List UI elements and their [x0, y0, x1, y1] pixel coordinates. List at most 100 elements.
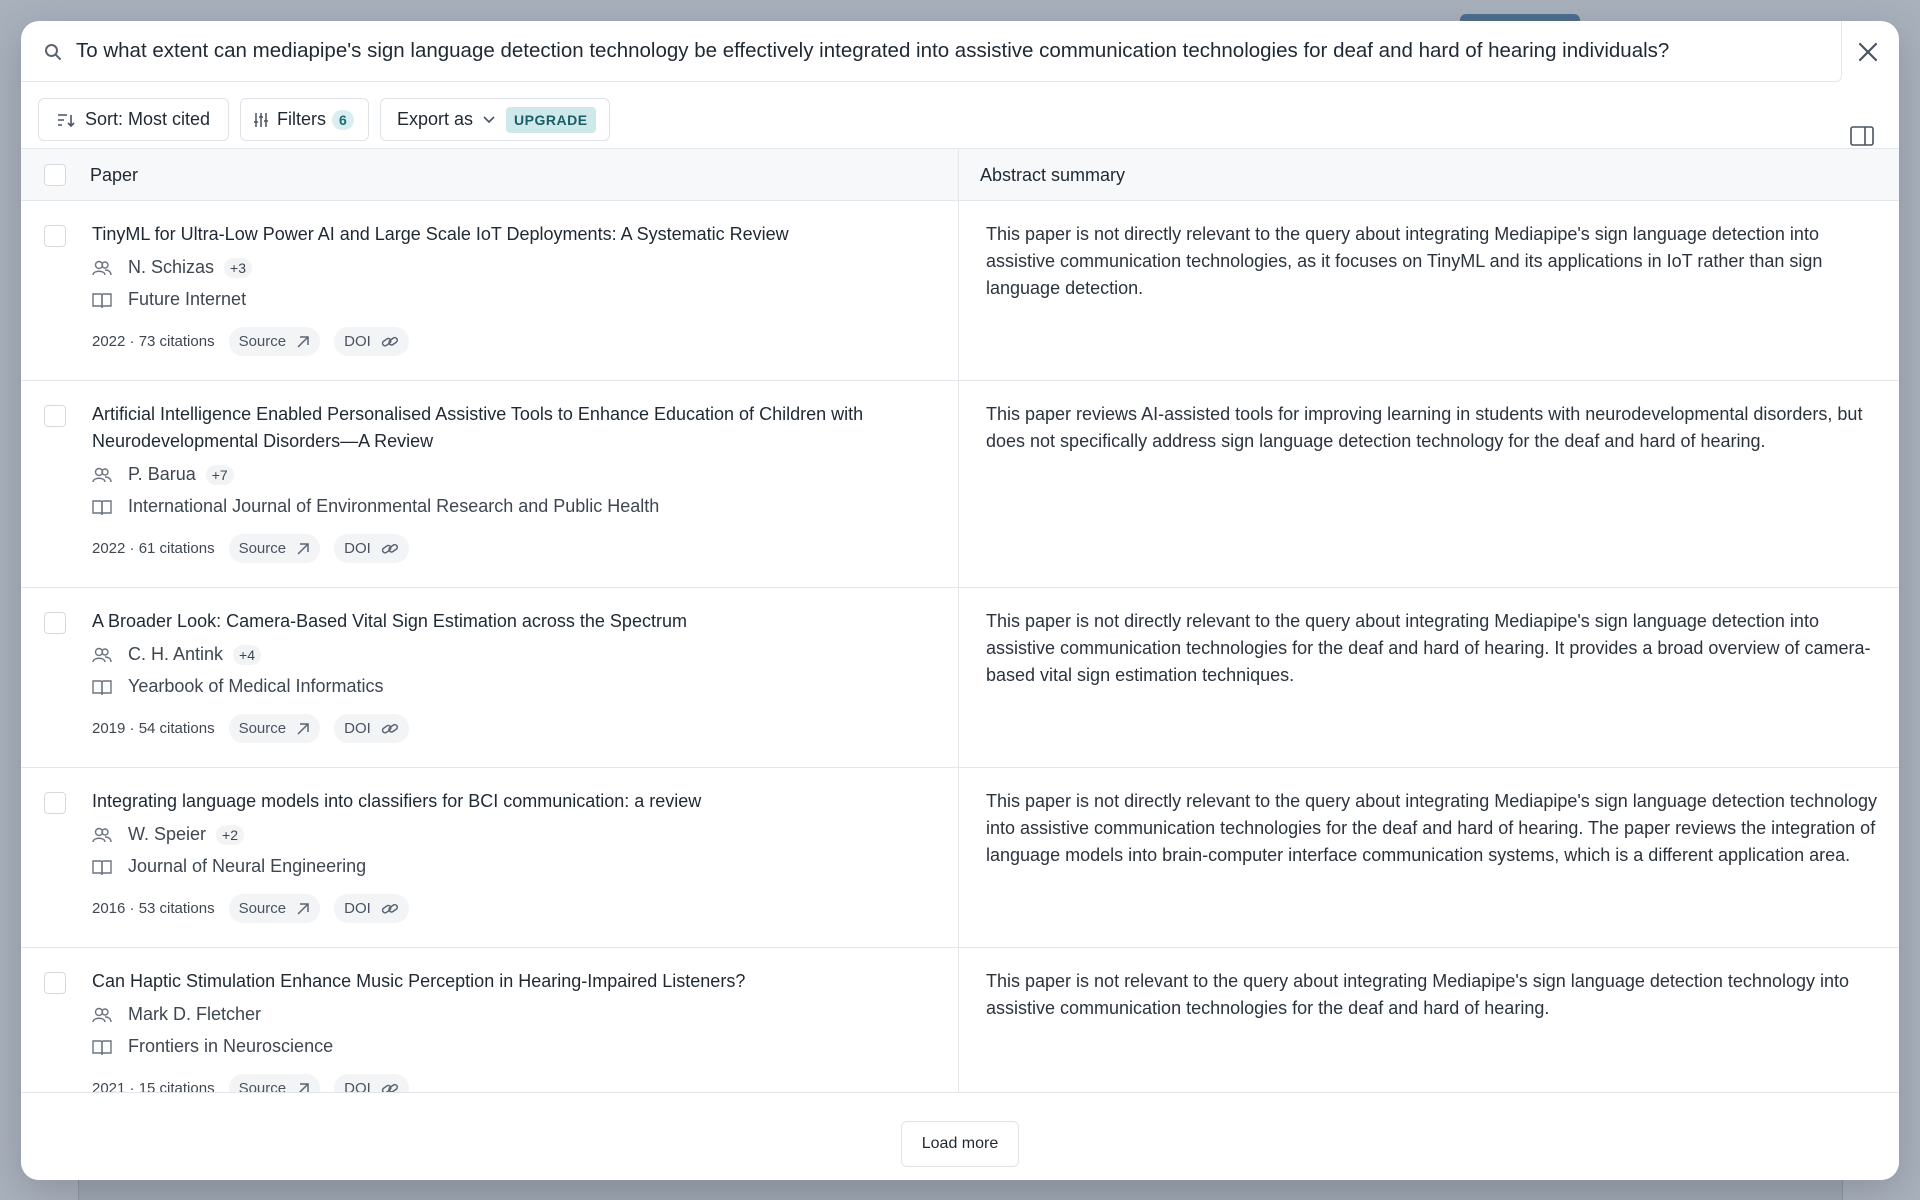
authors-icon — [92, 1007, 112, 1022]
authors-icon — [92, 467, 112, 482]
year-citations: 2021 · 15 citations — [92, 1080, 215, 1092]
journal-line: International Journal of Environmental R… — [92, 496, 659, 517]
year-citations: 2022 · 73 citations — [92, 333, 215, 350]
table-header: Paper Abstract summary — [21, 148, 1899, 201]
journal-name: Frontiers in Neuroscience — [128, 1036, 334, 1056]
author-line: P. Barua +7 — [92, 464, 234, 485]
journal-line: Yearbook of Medical Informatics — [92, 676, 383, 697]
paper-title[interactable]: A Broader Look: Camera-Based Vital Sign … — [92, 608, 932, 635]
abstract-summary: This paper is not directly relevant to t… — [986, 611, 1871, 685]
doi-label: DOI — [344, 333, 371, 350]
row-checkbox[interactable] — [44, 612, 66, 634]
author-line: C. H. Antink +4 — [92, 644, 262, 665]
column-header-paper[interactable]: Paper — [90, 165, 138, 186]
paper-footer: 2022 · 61 citations Source DOI — [92, 534, 409, 563]
authors-icon — [92, 827, 112, 842]
load-more-button[interactable]: Load more — [901, 1121, 1019, 1167]
paper-title[interactable]: Artificial Intelligence Enabled Personal… — [92, 401, 932, 455]
doi-link[interactable]: DOI — [334, 534, 409, 563]
abstract-summary: This paper reviews AI-assisted tools for… — [986, 404, 1863, 451]
filters-count-badge: 6 — [332, 109, 354, 130]
paper-footer: 2019 · 54 citations Source DOI — [92, 714, 409, 743]
year-citations: 2016 · 53 citations — [92, 900, 215, 917]
doi-label: DOI — [344, 900, 371, 917]
author-name: P. Barua — [128, 464, 196, 484]
author-line: Mark D. Fletcher — [92, 1004, 261, 1025]
journal-name: Future Internet — [128, 289, 247, 309]
book-icon — [92, 292, 112, 308]
search-icon — [45, 44, 61, 60]
more-authors-badge: +3 — [224, 257, 252, 278]
row-checkbox[interactable] — [44, 972, 66, 994]
chevron-down-icon — [483, 115, 495, 123]
source-link[interactable]: Source — [228, 894, 321, 923]
author-line: W. Speier +2 — [92, 824, 244, 845]
doi-label: DOI — [344, 720, 371, 737]
journal-name: Journal of Neural Engineering — [128, 856, 367, 876]
more-authors-badge: +4 — [233, 644, 262, 665]
table-row: Can Haptic Stimulation Enhance Music Per… — [21, 948, 1899, 1092]
results-list: TinyML for Ultra-Low Power AI and Large … — [21, 201, 1899, 1092]
export-label: Export as — [397, 109, 474, 129]
journal-line: Journal of Neural Engineering — [92, 856, 366, 877]
abstract-summary: This paper is not directly relevant to t… — [986, 224, 1823, 298]
search-bar[interactable]: To what extent can mediapipe's sign lang… — [21, 21, 1842, 82]
book-icon — [92, 859, 112, 875]
sort-label: Sort: Most cited — [85, 109, 211, 129]
link-icon — [381, 543, 398, 554]
row-checkbox[interactable] — [44, 225, 66, 247]
more-authors-badge: +7 — [205, 464, 234, 485]
source-link[interactable]: Source — [228, 327, 321, 356]
source-link[interactable]: Source — [228, 714, 321, 743]
paper-footer: 2016 · 53 citations Source DOI — [92, 894, 409, 923]
source-label: Source — [238, 900, 287, 917]
export-button[interactable]: Export as UPGRADE — [380, 98, 610, 141]
author-name: W. Speier — [128, 824, 207, 844]
upgrade-badge[interactable]: UPGRADE — [506, 106, 596, 133]
author-name: Mark D. Fletcher — [128, 1004, 262, 1024]
doi-link[interactable]: DOI — [334, 1074, 409, 1092]
source-link[interactable]: Source — [228, 534, 321, 563]
paper-title[interactable]: Can Haptic Stimulation Enhance Music Per… — [92, 968, 932, 995]
author-line: N. Schizas +3 — [92, 257, 252, 278]
row-checkbox[interactable] — [44, 405, 66, 427]
external-link-icon — [297, 542, 309, 555]
source-label: Source — [238, 333, 287, 350]
side-panel-icon[interactable] — [1850, 126, 1874, 146]
doi-link[interactable]: DOI — [334, 714, 409, 743]
table-row: Artificial Intelligence Enabled Personal… — [21, 381, 1899, 588]
external-link-icon — [297, 902, 309, 915]
table-row: A Broader Look: Camera-Based Vital Sign … — [21, 588, 1899, 768]
doi-link[interactable]: DOI — [334, 894, 409, 923]
more-authors-badge: +2 — [216, 824, 244, 845]
abstract-summary: This paper is not directly relevant to t… — [986, 791, 1877, 865]
book-icon — [92, 1039, 112, 1055]
paper-footer: 2021 · 15 citations Source DOI — [92, 1074, 409, 1092]
paper-title[interactable]: Integrating language models into classif… — [92, 788, 932, 815]
doi-link[interactable]: DOI — [334, 327, 409, 356]
authors-icon — [92, 647, 112, 662]
search-results-modal: To what extent can mediapipe's sign lang… — [21, 21, 1899, 1180]
source-link[interactable]: Source — [228, 1074, 321, 1092]
row-checkbox[interactable] — [44, 792, 66, 814]
sort-button[interactable]: Sort: Most cited — [38, 98, 229, 141]
paper-footer: 2022 · 73 citations Source DOI — [92, 327, 409, 356]
sliders-icon — [254, 112, 268, 127]
table-row: TinyML for Ultra-Low Power AI and Large … — [21, 201, 1899, 381]
select-all-checkbox[interactable] — [44, 164, 66, 186]
journal-line: Future Internet — [92, 289, 246, 310]
year-citations: 2019 · 54 citations — [92, 720, 215, 737]
table-row: Integrating language models into classif… — [21, 768, 1899, 948]
external-link-icon — [298, 1082, 309, 1092]
journal-line: Frontiers in Neuroscience — [92, 1036, 333, 1057]
book-icon — [92, 499, 112, 515]
filters-button[interactable]: Filters 6 — [240, 98, 369, 141]
column-header-abstract[interactable]: Abstract summary — [980, 165, 1125, 186]
journal-name: International Journal of Environmental R… — [128, 496, 660, 516]
link-icon — [381, 1083, 398, 1092]
close-icon[interactable] — [1855, 39, 1881, 65]
source-label: Source — [238, 720, 287, 737]
author-name: C. H. Antink — [128, 644, 224, 664]
paper-title[interactable]: TinyML for Ultra-Low Power AI and Large … — [92, 221, 932, 248]
search-query-text[interactable]: To what extent can mediapipe's sign lang… — [76, 39, 1669, 63]
